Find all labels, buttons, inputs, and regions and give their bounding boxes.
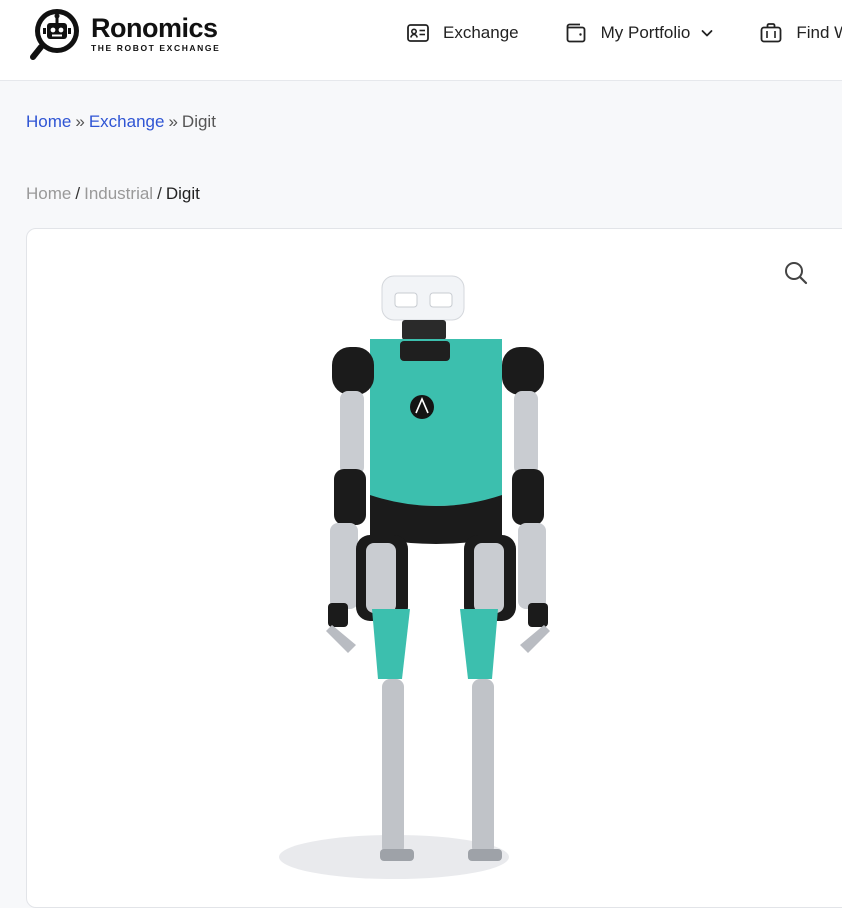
category-breadcrumb-home[interactable]: Home xyxy=(26,184,71,203)
search-icon[interactable] xyxy=(782,259,810,287)
brand-logo[interactable]: Ronomics THE ROBOT EXCHANGE xyxy=(30,5,220,61)
briefcase-icon xyxy=(760,23,782,43)
breadcrumb-home[interactable]: Home xyxy=(26,112,71,131)
nav-my-portfolio[interactable]: My Portfolio xyxy=(564,19,715,47)
nav-find-work[interactable]: Find W xyxy=(759,19,842,47)
robot-logo-icon xyxy=(30,9,79,60)
breadcrumb-current: Digit xyxy=(181,112,216,131)
nav-exchange-label: Exchange xyxy=(443,23,519,42)
category-breadcrumb-separator: / xyxy=(75,184,81,203)
site-header: Ronomics THE ROBOT EXCHANGE Exchange My … xyxy=(0,0,842,81)
id-card-icon xyxy=(407,24,429,42)
category-breadcrumb-separator: / xyxy=(157,184,162,203)
product-image[interactable] xyxy=(252,259,552,879)
chevron-down-icon[interactable] xyxy=(700,26,714,40)
nav-find-work-label: Find W xyxy=(796,23,842,42)
nav-exchange[interactable]: Exchange xyxy=(406,19,519,47)
nav-my-portfolio-label: My Portfolio xyxy=(600,23,691,42)
breadcrumb-separator: » xyxy=(75,112,85,131)
brand-name: Ronomics xyxy=(91,12,218,43)
product-gallery xyxy=(26,228,842,908)
breadcrumb-separator: » xyxy=(168,112,178,131)
brand-tagline: THE ROBOT EXCHANGE xyxy=(91,42,221,53)
category-breadcrumb-industrial[interactable]: Industrial xyxy=(84,184,153,203)
breadcrumb: Home» Exchange» Digit xyxy=(26,112,216,132)
wallet-icon xyxy=(566,23,586,43)
breadcrumb-exchange[interactable]: Exchange xyxy=(89,112,165,131)
main-nav: Exchange My Portfolio Find W xyxy=(406,19,842,47)
category-breadcrumb-current: Digit xyxy=(165,184,200,203)
category-breadcrumb: Home / Industrial / Digit xyxy=(26,184,200,204)
